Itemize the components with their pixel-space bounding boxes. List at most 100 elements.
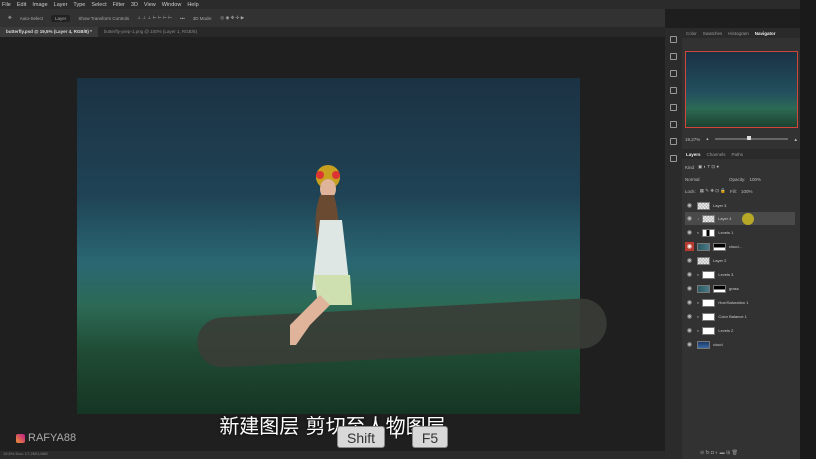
layer-select-dropdown[interactable]: Layer xyxy=(51,14,71,22)
eye-icon[interactable]: ◉ xyxy=(685,201,694,210)
menu-image[interactable]: Image xyxy=(32,2,47,8)
eye-icon[interactable]: ◉ xyxy=(685,228,694,237)
brush-icon[interactable] xyxy=(670,53,677,60)
menu-edit[interactable]: Edit xyxy=(17,2,26,8)
lock-label: Lock: xyxy=(685,188,696,194)
layer-row[interactable]: ◉ ◐ Hue/Saturation 1 xyxy=(685,296,795,309)
character-icon[interactable] xyxy=(670,121,677,128)
layer-row[interactable]: ◉ cloud... xyxy=(685,240,795,253)
menu-3d[interactable]: 3D xyxy=(131,2,138,8)
blend-mode-dropdown[interactable]: Normal xyxy=(685,177,725,182)
auto-select-checkbox[interactable]: Auto-Select xyxy=(20,16,43,21)
3d-mode-label: 3D Mode: xyxy=(192,15,213,21)
layer-row[interactable]: ◉ Layer 3 xyxy=(685,199,795,212)
eye-icon[interactable]: ◉ xyxy=(685,340,694,349)
layer-row[interactable]: ◉ Layer 2 xyxy=(685,254,795,267)
right-edge xyxy=(800,0,816,459)
layer-panel-tabs: Layers Channels Paths xyxy=(682,149,800,159)
eye-icon[interactable]: ◉ xyxy=(685,214,694,223)
adjust-icon[interactable] xyxy=(670,70,677,77)
tab-navigator[interactable]: Navigator xyxy=(755,31,776,36)
show-transform-checkbox[interactable]: Show Transform Controls xyxy=(78,16,129,21)
zoom-in-icon[interactable]: ▲ xyxy=(794,137,798,142)
navigator-preview[interactable] xyxy=(685,51,798,128)
layer-thumbnail xyxy=(697,284,710,293)
properties-icon[interactable] xyxy=(670,87,677,94)
zoom-slider[interactable] xyxy=(714,136,788,140)
adjustment-icon: ◐ xyxy=(697,328,700,333)
filter-kind-dropdown[interactable]: Kind xyxy=(685,165,694,170)
navigator-zoom-value[interactable]: 19,27% xyxy=(685,137,700,142)
menu-window[interactable]: Window xyxy=(162,2,182,8)
menu-layer[interactable]: Layer xyxy=(54,2,68,8)
layer-name: grass xyxy=(729,286,739,291)
status-bar: 19,5% Doc: 17,2M/1,68G xyxy=(0,451,665,459)
tab-butterfly-prep[interactable]: butterfly-prep-1.png @ 100% (Layer 1, RG… xyxy=(98,27,203,37)
eye-icon[interactable]: ◉ xyxy=(685,270,694,279)
3d-tools-icons[interactable]: ◎ ◉ ✥ ✢ ▶ xyxy=(220,15,244,21)
menu-select[interactable]: Select xyxy=(91,2,106,8)
menu-view[interactable]: View xyxy=(144,2,156,8)
layer-name: cloud xyxy=(713,342,723,347)
filter-icons[interactable]: ▣ ◐ T ⊡ ● xyxy=(698,164,719,170)
menu-file[interactable]: File xyxy=(2,2,11,8)
tab-histogram[interactable]: Histogram xyxy=(728,31,749,36)
tab-channels[interactable]: Channels xyxy=(707,152,726,157)
eye-icon[interactable]: ◉ xyxy=(685,326,694,335)
tab-paths[interactable]: Paths xyxy=(732,152,744,157)
history-icon[interactable] xyxy=(670,36,677,43)
layer-thumbnail xyxy=(697,340,710,349)
eye-icon[interactable]: ◉ xyxy=(685,284,694,293)
instagram-icon xyxy=(16,433,25,443)
eye-icon[interactable]: ◉ xyxy=(685,256,694,265)
layer-row[interactable]: ◉ ◐ Levels 1 xyxy=(685,226,795,239)
layer-mask xyxy=(702,270,716,279)
layer-mask xyxy=(702,312,716,321)
layer-mask xyxy=(702,326,716,335)
align-icons[interactable]: ⊥ ⊥ ⊥ ⊢ ⊢ ⊢ ⊢ xyxy=(137,15,172,21)
panel-tabs: Color Swatches Histogram Navigator xyxy=(682,28,800,38)
tab-swatches[interactable]: Swatches xyxy=(703,31,723,36)
key-plus: + xyxy=(391,424,402,444)
move-tool-icon[interactable]: ✥ xyxy=(8,15,12,21)
opacity-input[interactable]: 100% xyxy=(750,177,762,182)
layer-mask xyxy=(702,298,716,307)
layer-row[interactable]: ◉ cloud xyxy=(685,338,795,351)
layer-panel-actions[interactable]: ⊖ fx ◘ ◐ ▬ ⊞ 🗑 xyxy=(700,450,738,456)
tab-color[interactable]: Color xyxy=(686,31,697,36)
log-shape xyxy=(195,297,609,369)
glyphs-icon[interactable] xyxy=(670,155,677,162)
tab-butterfly-psd[interactable]: butterfly.psd @ 19,5% (Layer 4, RGB/8) * xyxy=(0,27,98,37)
document-tabs: butterfly.psd @ 19,5% (Layer 4, RGB/8) *… xyxy=(0,27,665,37)
layer-thumbnail xyxy=(697,256,710,265)
layer-thumbnail xyxy=(702,214,715,223)
layer-row[interactable]: ◉ ◐ Color Balance 1 xyxy=(685,310,795,323)
layer-row[interactable]: ◉ grass xyxy=(685,282,795,295)
paragraph-icon[interactable] xyxy=(670,138,677,145)
eye-icon[interactable]: ◉ xyxy=(685,298,694,307)
eye-icon[interactable]: ◉ xyxy=(685,242,694,251)
zoom-out-icon[interactable]: ▴ xyxy=(706,136,708,142)
libraries-icon[interactable] xyxy=(670,104,677,111)
filter-row: Kind ▣ ◐ T ⊡ ● xyxy=(685,163,797,171)
fill-input[interactable]: 100% xyxy=(741,189,753,194)
layer-name: Color Balance 1 xyxy=(718,314,747,319)
lock-icons[interactable]: ▦ ✎ ✥ ⊡ 🔒 xyxy=(700,188,726,194)
more-icon[interactable]: ••• xyxy=(180,16,185,21)
menu-filter[interactable]: Filter xyxy=(113,2,125,8)
layer-row[interactable]: ◉ ◐ Levels 3 xyxy=(685,268,795,281)
layer-name: Layer 4 xyxy=(718,216,732,221)
layer-row[interactable]: ◉ ◐ Levels 2 xyxy=(685,324,795,337)
adjustment-icon: ◐ xyxy=(697,314,700,319)
tab-layers[interactable]: Layers xyxy=(686,152,701,157)
eye-icon[interactable]: ◉ xyxy=(685,312,694,321)
menu-help[interactable]: Help xyxy=(187,2,198,8)
layer-name: Hue/Saturation 1 xyxy=(718,300,749,305)
navigator-zoom-row: 19,27% ▴ ▲ xyxy=(685,134,798,144)
cursor-highlight xyxy=(742,213,754,225)
lock-row: Lock: ▦ ✎ ✥ ⊡ 🔒 Fill: 100% xyxy=(685,187,797,195)
layer-mask xyxy=(713,242,726,251)
layer-mask xyxy=(713,284,726,293)
layer-row-selected[interactable]: ◉ ↓ Layer 4 xyxy=(685,212,795,225)
menu-type[interactable]: Type xyxy=(73,2,85,8)
